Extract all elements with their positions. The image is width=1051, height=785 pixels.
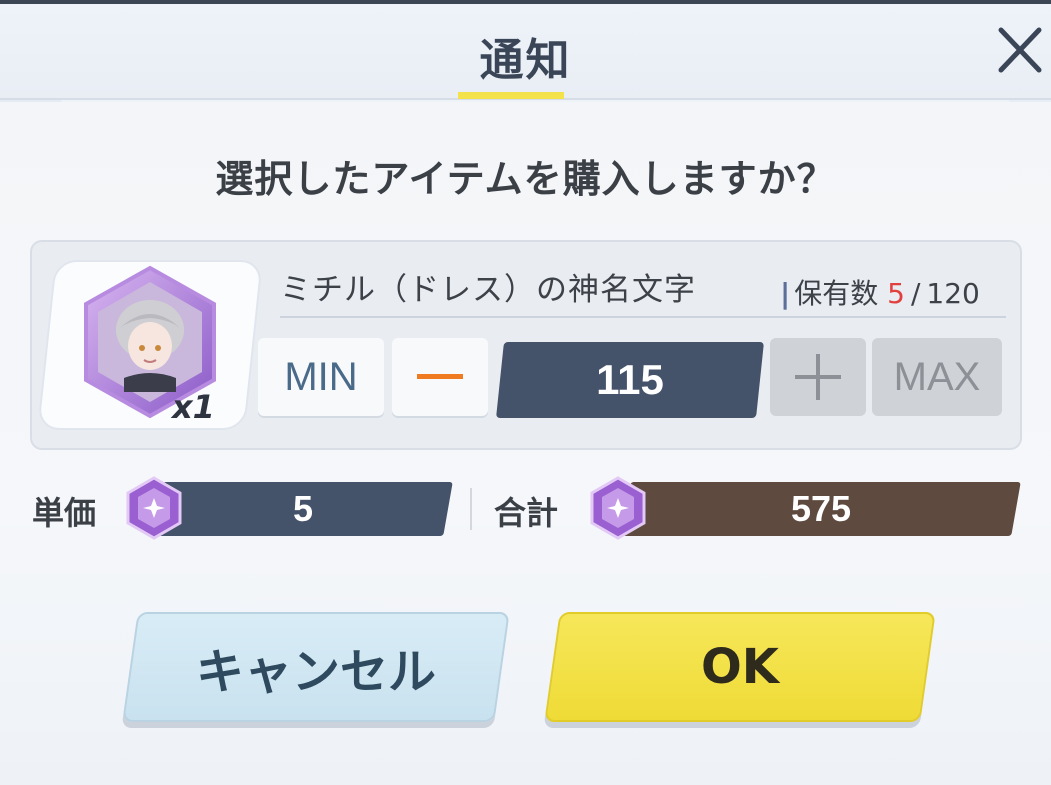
- max-button[interactable]: MAX: [872, 338, 1002, 416]
- owned-slash: /: [910, 277, 921, 310]
- owned-label: 保有数: [794, 277, 879, 310]
- unit-price-label: 単価: [32, 494, 97, 532]
- total-price-label: 合計: [494, 494, 559, 532]
- decrement-button[interactable]: [392, 338, 488, 416]
- unit-price-value: 5: [292, 488, 314, 529]
- close-button[interactable]: [995, 20, 1045, 80]
- gem-icon: [126, 476, 182, 540]
- gem-icon: [590, 476, 646, 540]
- minus-icon: [417, 374, 463, 379]
- item-multiplier: x1: [172, 388, 215, 426]
- owned-marker: |: [780, 277, 791, 310]
- quantity-value[interactable]: 115: [500, 342, 760, 418]
- dialog-header: 通知: [0, 4, 1051, 100]
- owned-current: 5: [887, 277, 905, 310]
- close-icon: [998, 27, 1042, 73]
- owned-count: | 保有数 5/120: [780, 272, 980, 312]
- cancel-button[interactable]: キャンセル: [130, 612, 502, 722]
- increment-button[interactable]: [770, 338, 866, 416]
- ok-button[interactable]: OK: [552, 612, 928, 722]
- item-name: ミチル（ドレス）の神名文字: [280, 272, 696, 308]
- plus-icon: [795, 354, 841, 400]
- item-icon: [37, 260, 263, 430]
- title-underline: [458, 92, 564, 99]
- dialog-title: 通知: [479, 35, 572, 86]
- confirm-question: 選択したアイテムを購入しますか？: [215, 157, 836, 201]
- character-portrait: [84, 265, 216, 419]
- total-price-value: 575: [790, 488, 852, 529]
- min-button[interactable]: MIN: [258, 338, 384, 416]
- price-separator: [470, 488, 472, 530]
- name-divider: [280, 316, 1006, 318]
- owned-max: 120: [926, 277, 980, 310]
